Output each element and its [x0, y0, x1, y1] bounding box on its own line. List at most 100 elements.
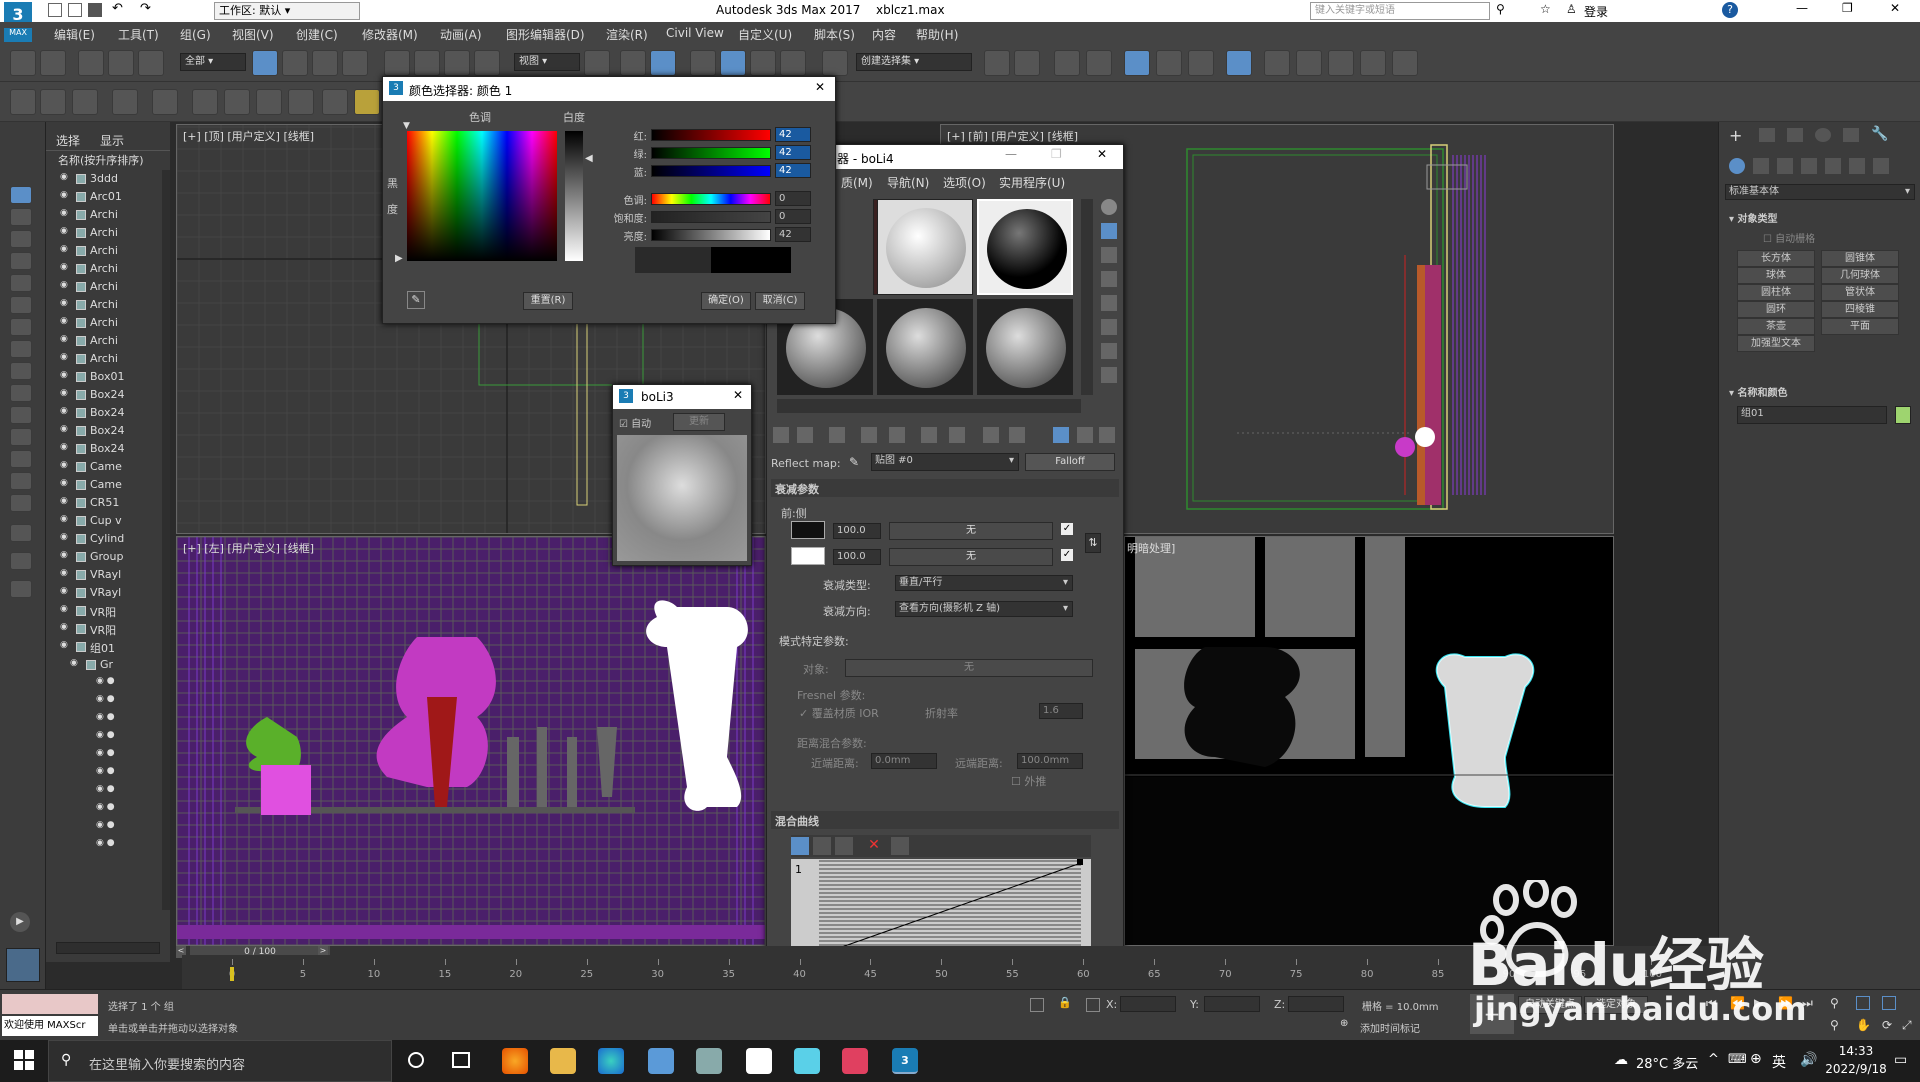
- undo-icon[interactable]: ↶: [112, 1, 123, 16]
- schematic-view-icon[interactable]: [1188, 50, 1214, 76]
- visibility-eye-icon[interactable]: ◉ ●: [96, 748, 115, 758]
- cortana-icon[interactable]: [408, 1052, 424, 1068]
- scene-list-child-item[interactable]: ◉ ●: [46, 836, 170, 854]
- viewport-front-label[interactable]: [+] [前] [用户定义] [线框]: [947, 128, 1078, 144]
- place-icon[interactable]: [474, 50, 500, 76]
- hierarchy-tab-icon[interactable]: [1787, 128, 1803, 142]
- close-button[interactable]: ✕: [1890, 1, 1900, 15]
- visibility-eye-icon[interactable]: ◉: [60, 442, 68, 452]
- keyboard-shortcut-icon[interactable]: [650, 50, 676, 76]
- green-slider[interactable]: [651, 147, 771, 159]
- show-hidden-icons[interactable]: ^: [1708, 1052, 1719, 1067]
- visibility-eye-icon[interactable]: ◉: [60, 460, 68, 470]
- snaps-toggle-icon[interactable]: [690, 50, 716, 76]
- geometry-category-icon[interactable]: [1729, 158, 1745, 174]
- visibility-eye-icon[interactable]: ◉ ●: [96, 766, 115, 776]
- primitive-button[interactable]: 加强型文本: [1737, 335, 1815, 352]
- sample-slot-popup-titlebar[interactable]: 3 boLi3 ✕: [613, 385, 751, 409]
- named-selection-dropdown[interactable]: 创建选择集 ▾: [856, 53, 972, 71]
- viewport-perspective-label[interactable]: 明暗处理]: [1127, 540, 1175, 556]
- display-lights-icon[interactable]: [10, 230, 32, 248]
- rotate-icon[interactable]: [414, 50, 440, 76]
- align-icon[interactable]: [1014, 50, 1040, 76]
- color-picker-titlebar[interactable]: 3 颜色选择器: 颜色 1 ✕: [383, 77, 835, 101]
- visibility-eye-icon[interactable]: ◉: [60, 550, 68, 560]
- assign-to-selection-icon[interactable]: [829, 427, 845, 443]
- scene-explorer-icon[interactable]: [1054, 50, 1080, 76]
- side-map-button[interactable]: 无: [889, 548, 1053, 566]
- scene-list-item[interactable]: ◉ VR阳: [46, 602, 170, 620]
- near-distance-spinner[interactable]: 0.0mm: [871, 753, 937, 769]
- scene-list-item[interactable]: ◉ VR阳: [46, 620, 170, 638]
- mesh-icon[interactable]: [288, 89, 314, 115]
- go-to-parent-icon[interactable]: [1077, 427, 1093, 443]
- display-helpers-icon[interactable]: [10, 274, 32, 292]
- maxscript-mini-listener[interactable]: 欢迎使用 MAXScr: [2, 1016, 98, 1036]
- layer-explorer-icon[interactable]: [1086, 50, 1112, 76]
- go-forward-sibling-icon[interactable]: [1099, 427, 1115, 443]
- motion-tab-icon[interactable]: [1815, 128, 1831, 142]
- blend-curve-graph[interactable]: 1: [791, 859, 1091, 959]
- whiteness-bar[interactable]: [565, 131, 583, 261]
- systems-category-icon[interactable]: [1873, 158, 1889, 174]
- scene-list-item[interactable]: ◉ Box24: [46, 386, 170, 404]
- camera-icon[interactable]: [152, 89, 178, 115]
- menu-options[interactable]: 选项(O): [943, 174, 986, 191]
- app-icon-3[interactable]: [746, 1048, 772, 1074]
- override-ior-checkbox[interactable]: ✓ 覆盖材质 IOR: [799, 705, 879, 721]
- mirror-icon[interactable]: [984, 50, 1010, 76]
- visibility-eye-icon[interactable]: ◉: [60, 424, 68, 434]
- maximize-button[interactable]: ❐: [1051, 147, 1062, 161]
- unlink-icon[interactable]: [108, 50, 134, 76]
- show-end-result-icon[interactable]: [1053, 427, 1069, 443]
- scene-list-item[interactable]: ◉ Group: [46, 548, 170, 566]
- app-icon-2[interactable]: [696, 1048, 722, 1074]
- eyedropper-icon[interactable]: ✎: [407, 291, 425, 309]
- scene-list-child-item[interactable]: ◉ ●: [46, 800, 170, 818]
- display-spacewarps-icon[interactable]: [10, 296, 32, 314]
- visibility-eye-icon[interactable]: ◉: [60, 622, 68, 632]
- visibility-eye-icon[interactable]: ◉: [60, 586, 68, 596]
- add-time-tag[interactable]: 添加时间标记: [1360, 1020, 1420, 1035]
- visibility-eye-icon[interactable]: ◉: [60, 568, 68, 578]
- menu-customize[interactable]: 自定义(U): [738, 26, 792, 43]
- menu-create[interactable]: 创建(C): [296, 26, 338, 43]
- visibility-eye-icon[interactable]: ◉ ●: [96, 838, 115, 848]
- close-button[interactable]: ✕: [733, 388, 743, 402]
- binoculars-icon[interactable]: ⚲: [1496, 2, 1505, 16]
- map-name-dropdown[interactable]: 贴图 #0 ▾: [871, 453, 1019, 471]
- select-by-material-icon[interactable]: [1101, 367, 1117, 383]
- menu-utilities[interactable]: 实用程序(U): [999, 174, 1065, 191]
- visibility-eye-icon[interactable]: ◉ ●: [96, 694, 115, 704]
- put-to-scene-icon[interactable]: [797, 427, 813, 443]
- scene-list-item[interactable]: ◉ Archi: [46, 314, 170, 332]
- rect-select-icon[interactable]: [312, 50, 338, 76]
- save-file-icon[interactable]: [88, 3, 102, 17]
- menu-rendering[interactable]: 渲染(R): [606, 26, 648, 43]
- delete-point-icon[interactable]: ✕: [865, 837, 883, 855]
- minimize-button[interactable]: —: [1796, 1, 1808, 15]
- extrapolate-checkbox[interactable]: ☐ 外推: [1011, 773, 1046, 789]
- blackness-marker-icon[interactable]: ▶: [395, 253, 403, 264]
- falloff-type-dropdown[interactable]: 垂直/平行 ▾: [895, 575, 1073, 591]
- scene-list-item[interactable]: ◉ Archi: [46, 278, 170, 296]
- task-view-icon[interactable]: [452, 1052, 470, 1068]
- scene-list-item[interactable]: ◉ Box24: [46, 440, 170, 458]
- scene-list-item[interactable]: ◉ Archi: [46, 224, 170, 242]
- curve-rollout-header[interactable]: 混合曲线: [771, 811, 1119, 829]
- blue-slider[interactable]: [651, 165, 771, 177]
- far-distance-spinner[interactable]: 100.0mm: [1017, 753, 1083, 769]
- menu-views[interactable]: 视图(V): [232, 26, 274, 43]
- visibility-eye-icon[interactable]: ◉: [60, 370, 68, 380]
- teapot-icon[interactable]: [10, 89, 36, 115]
- z-coord-field[interactable]: [1288, 996, 1344, 1012]
- saturation-slider[interactable]: [651, 211, 771, 223]
- new-file-icon[interactable]: [48, 3, 62, 17]
- object-name-field[interactable]: 组01: [1737, 406, 1887, 424]
- user-icon[interactable]: ♙: [1566, 2, 1577, 16]
- visibility-eye-icon[interactable]: ◉: [70, 658, 78, 668]
- app-icon-4[interactable]: [794, 1048, 820, 1074]
- invert-display-icon[interactable]: [10, 494, 32, 512]
- reset-map-icon[interactable]: [861, 427, 877, 443]
- visibility-eye-icon[interactable]: ◉ ●: [96, 676, 115, 686]
